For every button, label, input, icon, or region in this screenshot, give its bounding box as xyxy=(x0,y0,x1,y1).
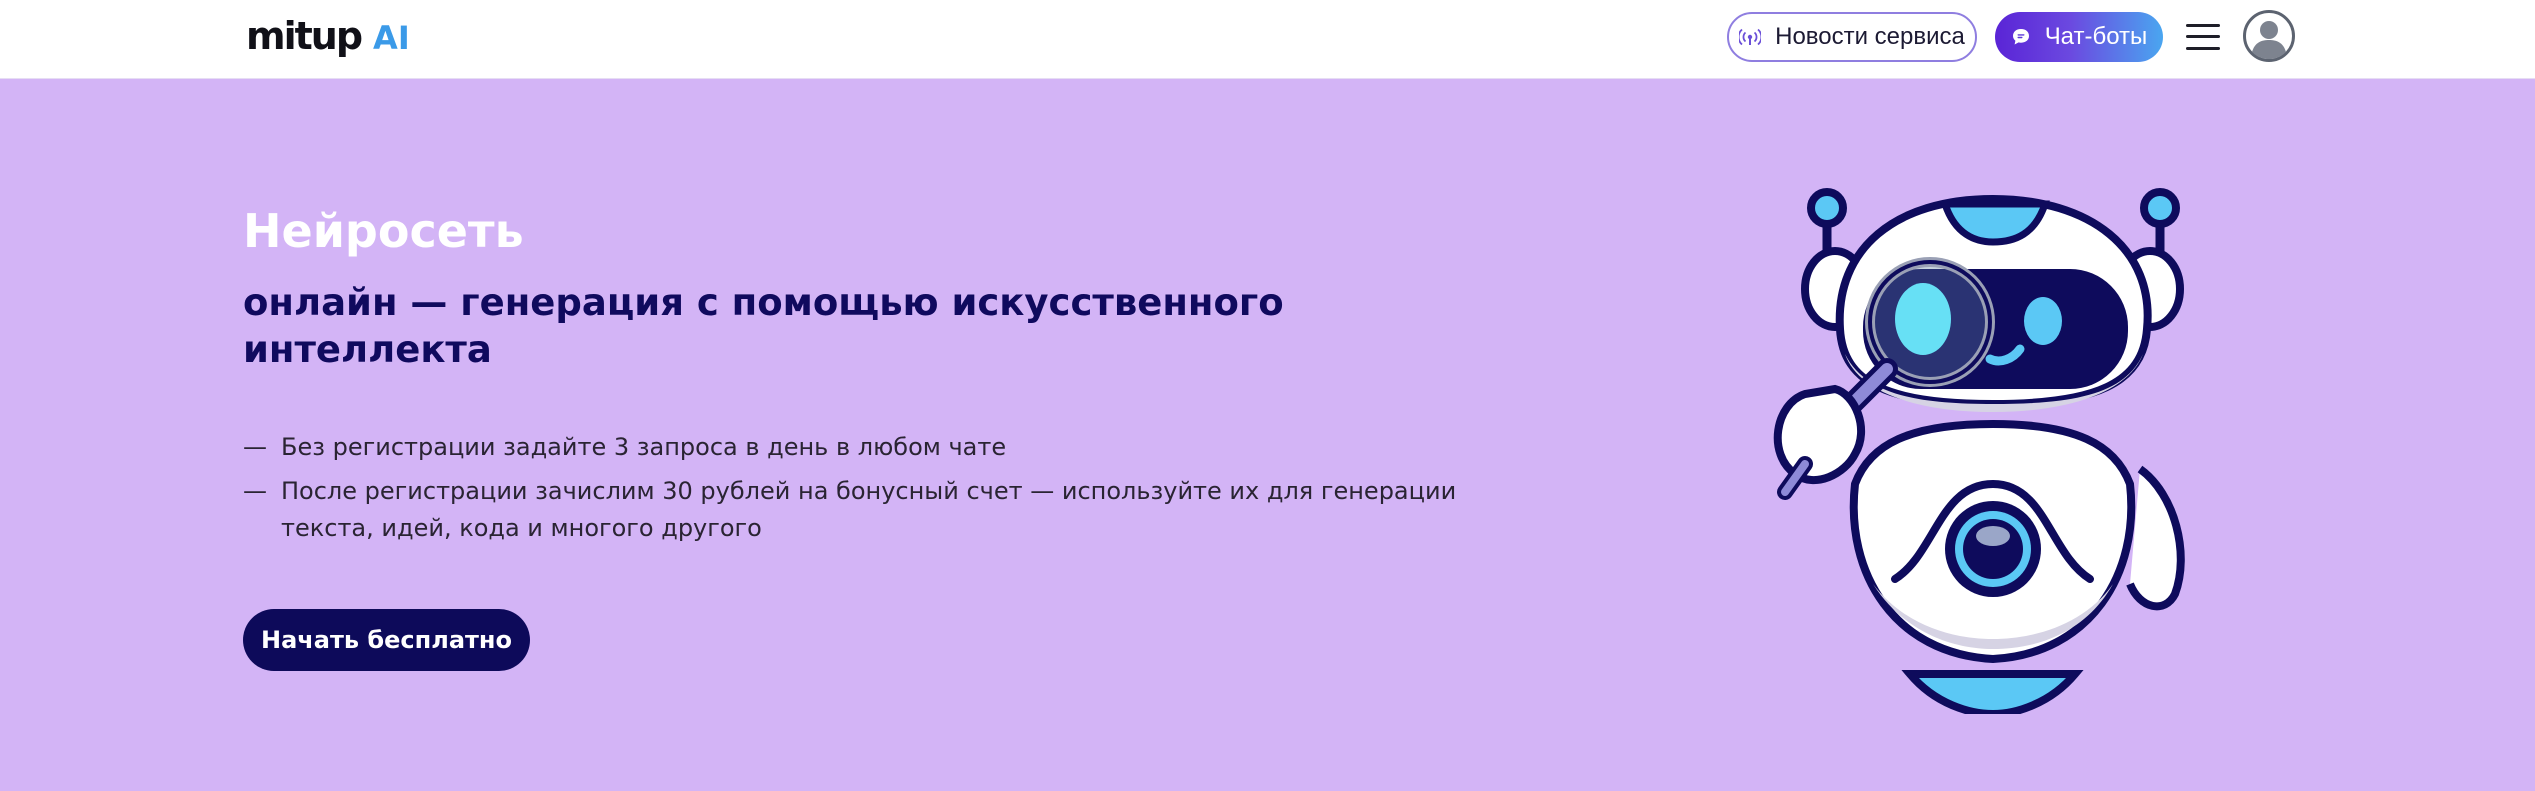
logo[interactable]: mitup AI xyxy=(246,14,410,64)
feature-item: — Без регистрации задайте 3 запроса в де… xyxy=(243,429,1493,466)
hero-subtitle: онлайн — генерация с помощью искусственн… xyxy=(243,281,1284,371)
logo-brand: mitup xyxy=(246,14,363,58)
feature-list: — Без регистрации задайте 3 запроса в де… xyxy=(243,429,1493,554)
feature-text: Без регистрации задайте 3 запроса в день… xyxy=(281,433,1007,461)
news-button[interactable]: Новости сервиса xyxy=(1727,12,1977,62)
chat-bots-button[interactable]: Чат-боты xyxy=(1995,12,2163,62)
logo-accent: AI xyxy=(373,19,410,57)
feature-item: — После регистрации зачислим 30 рублей н… xyxy=(243,473,1493,547)
broadcast-icon xyxy=(1739,28,1762,46)
bullet-dash: — xyxy=(243,433,267,461)
hamburger-menu-icon[interactable] xyxy=(2186,20,2220,54)
robot-with-magnifier-illustration xyxy=(1745,154,2225,719)
start-free-button[interactable]: Начать бесплатно xyxy=(243,609,530,671)
user-avatar-icon[interactable] xyxy=(2243,10,2295,62)
site-header: mitup AI Новости сервиса Чат-боты xyxy=(0,0,2535,79)
hero-title: Нейросеть xyxy=(243,204,524,258)
hero-section: Нейросеть онлайн — генерация с помощью и… xyxy=(0,79,2535,791)
bullet-dash: — xyxy=(243,477,267,505)
chat-bots-label: Чат-боты xyxy=(2044,23,2148,50)
news-button-label: Новости сервиса xyxy=(1775,23,1965,50)
chat-bubble-icon xyxy=(2011,27,2031,47)
feature-text: После регистрации зачислим 30 рублей на … xyxy=(281,477,1457,542)
